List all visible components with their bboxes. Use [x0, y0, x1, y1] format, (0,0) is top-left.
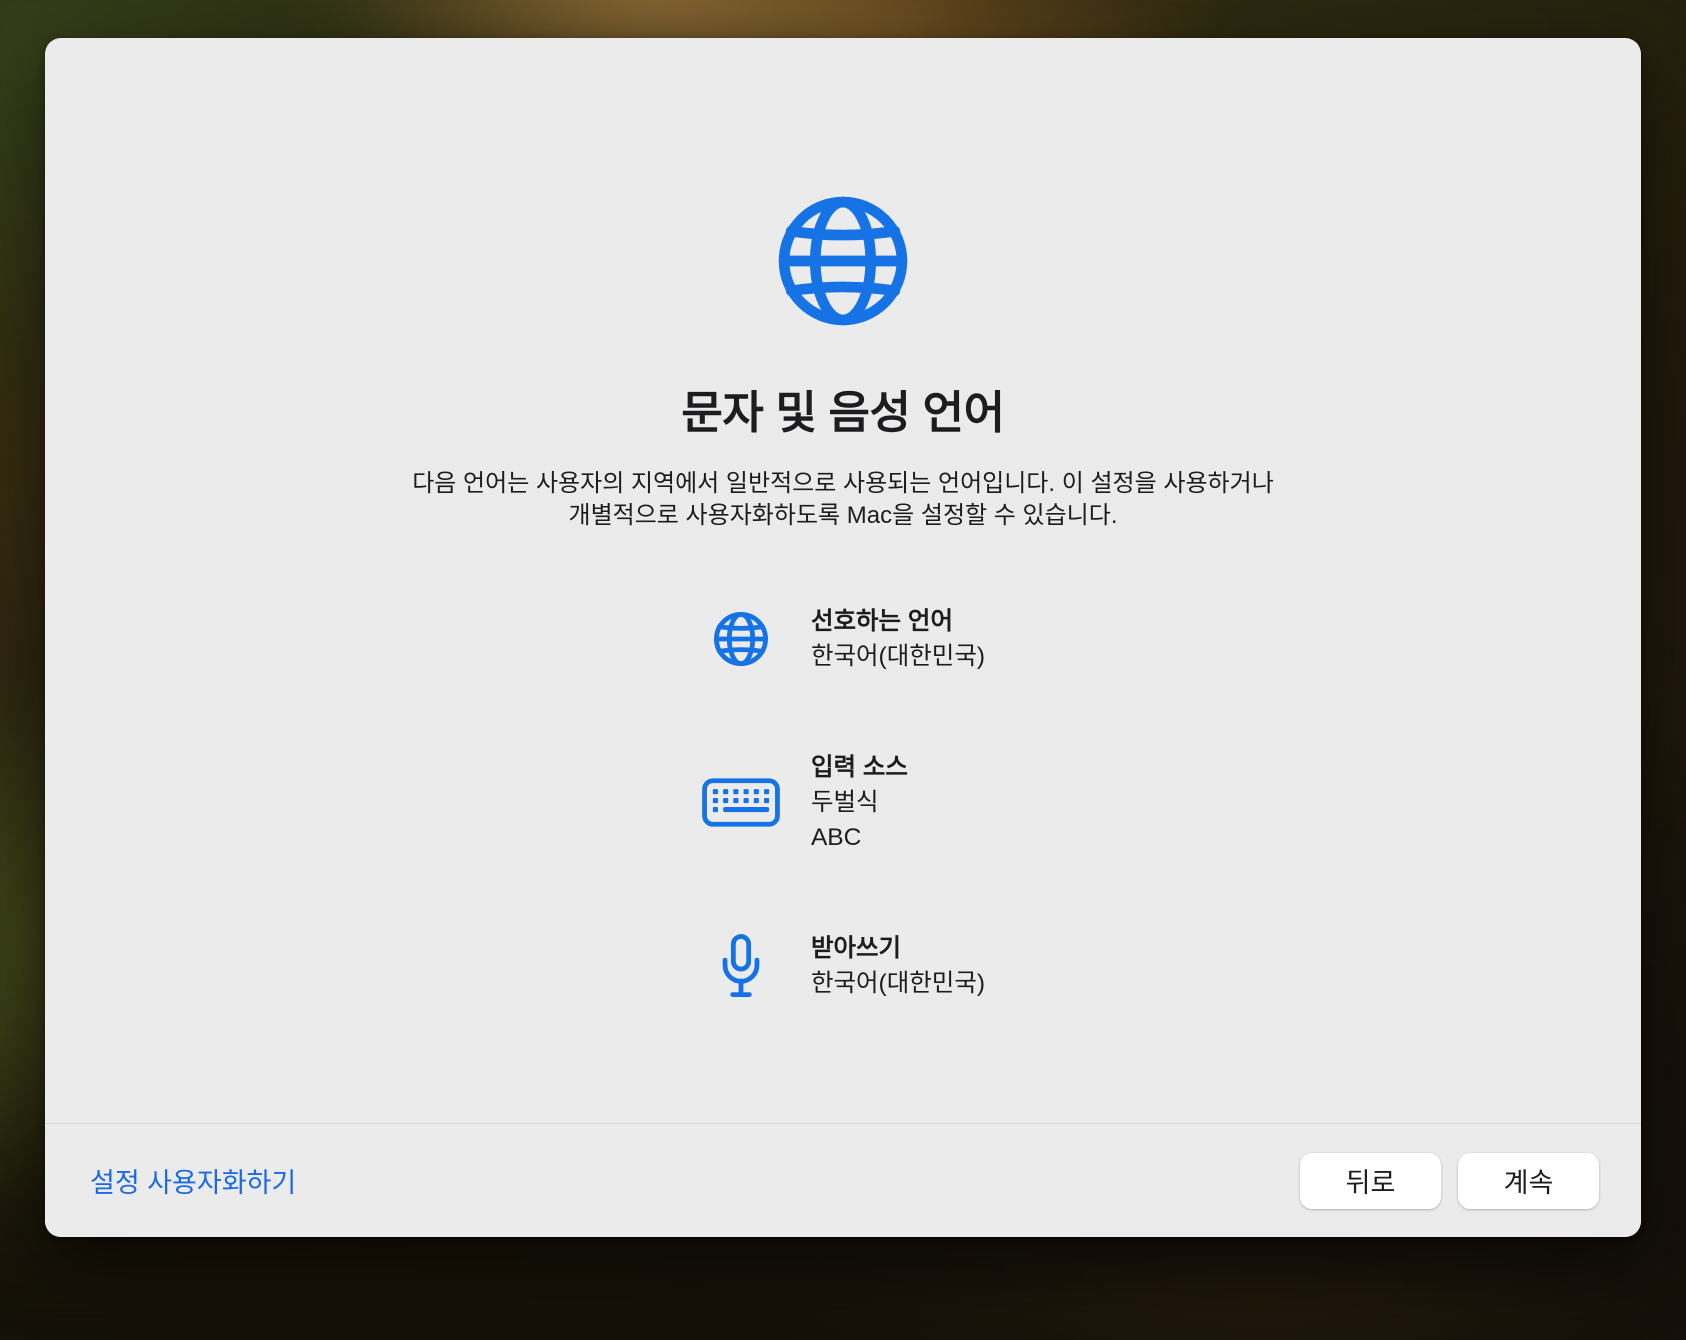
input-sources-title: 입력 소스 [811, 750, 908, 785]
main-content: 문자 및 음성 언어 다음 언어는 사용자의 지역에서 일반적으로 사용되는 언… [45, 190, 1641, 1001]
row-dictation: 받아쓰기 한국어(대한민국) [701, 931, 985, 1001]
globe-icon [45, 190, 1641, 332]
row-input-sources: 입력 소스 두벌식 ABC [701, 750, 985, 855]
input-source-value-1: 두벌식 [811, 785, 908, 820]
page-description-line1: 다음 언어는 사용자의 지역에서 일반적으로 사용되는 언어입니다. 이 설정을… [45, 468, 1641, 500]
footer-buttons: 뒤로 계속 [1300, 1153, 1599, 1209]
microphone-icon [701, 933, 781, 1000]
dictation-value: 한국어(대한민국) [811, 966, 985, 1001]
page-description-line2: 개별적으로 사용자화하도록 Mac을 설정할 수 있습니다. [45, 500, 1641, 532]
setup-assistant-window: 문자 및 음성 언어 다음 언어는 사용자의 지역에서 일반적으로 사용되는 언… [45, 38, 1641, 1237]
footer-bar: 설정 사용자화하기 뒤로 계속 [45, 1123, 1641, 1237]
customize-settings-link[interactable]: 설정 사용자화하기 [90, 1161, 296, 1200]
continue-button[interactable]: 계속 [1458, 1153, 1599, 1209]
back-button[interactable]: 뒤로 [1300, 1153, 1441, 1209]
row-preferred-language: 선호하는 언어 한국어(대한민국) [701, 604, 985, 674]
keyboard-icon [701, 778, 781, 827]
settings-list: 선호하는 언어 한국어(대한민국) [701, 604, 985, 1001]
dictation-title: 받아쓰기 [811, 931, 985, 966]
preferred-language-title: 선호하는 언어 [811, 604, 985, 639]
preferred-language-value: 한국어(대한민국) [811, 639, 985, 674]
page-title: 문자 및 음성 언어 [45, 376, 1641, 441]
globe-icon [701, 609, 781, 669]
input-source-value-2: ABC [811, 820, 908, 855]
page-description: 다음 언어는 사용자의 지역에서 일반적으로 사용되는 언어입니다. 이 설정을… [45, 468, 1641, 532]
